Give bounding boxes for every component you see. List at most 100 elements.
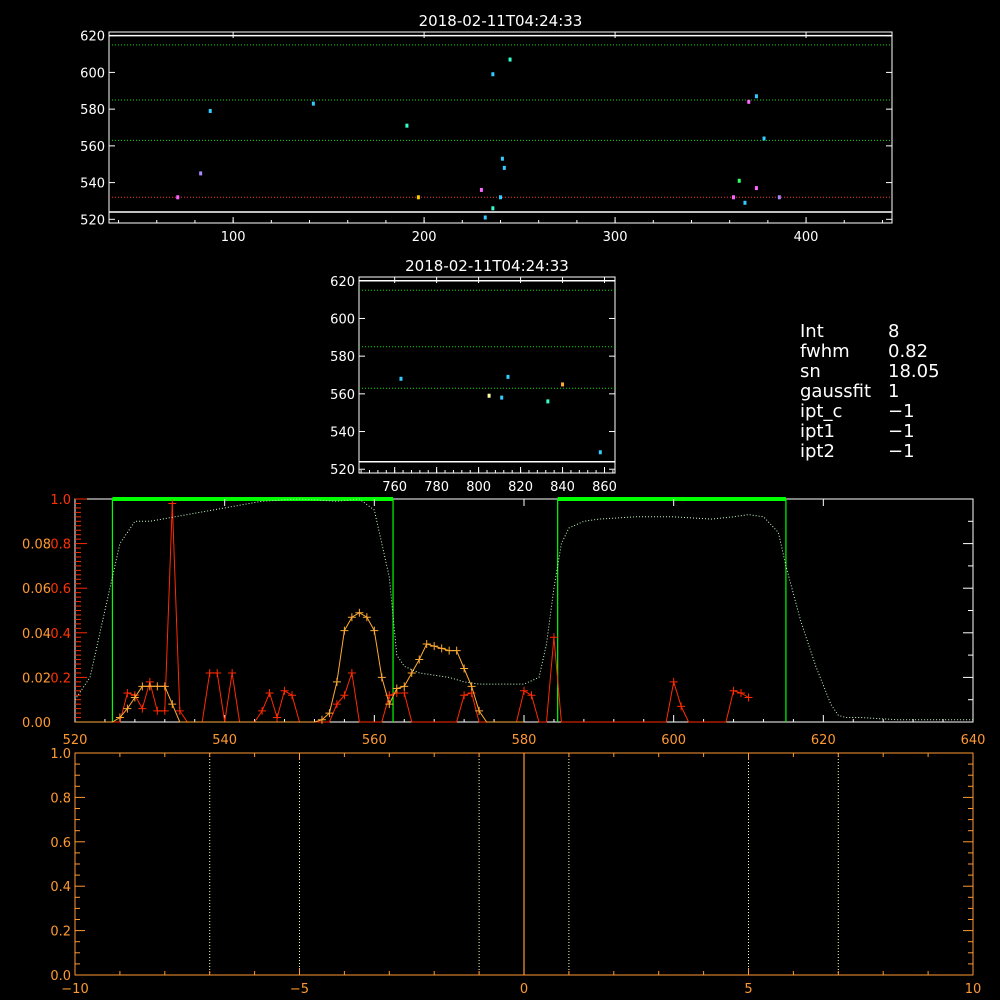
series-marker-0-87	[729, 686, 738, 695]
point-1-20	[762, 136, 766, 141]
series-marker-1-36	[340, 626, 349, 635]
series-line-2	[74, 498, 973, 721]
info-value-sn: 18.05	[888, 361, 940, 382]
point-2-5	[561, 382, 565, 387]
point-2-2	[500, 395, 504, 400]
ytick-label-1-3: 580	[80, 103, 105, 118]
series-marker-0-36	[347, 668, 356, 677]
point-2-4	[546, 399, 550, 404]
info-value-int: 8	[888, 321, 900, 342]
series-marker-0-79	[669, 677, 678, 686]
xtick-label-1-1: 200	[412, 230, 437, 245]
info-key-ipt2: ipt2	[800, 441, 835, 462]
info-value-ipt-c: −1	[888, 401, 915, 422]
ytick-label-2-1: 540	[330, 426, 355, 441]
series-marker-1-40	[370, 626, 379, 635]
info-value-fwhm: 0.82	[888, 341, 929, 362]
plot-title-2: 2018-02-11T04:24:33	[405, 257, 569, 275]
info-value-gaussfit: 1	[888, 381, 900, 402]
plot-frame-2	[358, 276, 616, 474]
info-row-ipt2: ipt2 −1	[800, 442, 940, 462]
info-key-sn: sn	[800, 361, 821, 382]
series-marker-1-41	[377, 673, 386, 682]
xtick-label-2-0: 760	[382, 480, 407, 495]
info-row-ipt1: ipt1 −1	[800, 422, 940, 442]
series-marker-0-88	[737, 689, 746, 698]
series-marker-1-43	[392, 684, 401, 693]
series-marker-0-10	[153, 706, 162, 715]
point-1-5	[416, 195, 420, 200]
xtick-label-1-0: 100	[221, 230, 246, 245]
point-1-6	[479, 187, 483, 192]
series-marker-0-20	[228, 668, 237, 677]
point-1-4	[405, 123, 409, 128]
point-1-7	[483, 215, 487, 220]
series-line-0	[82, 503, 749, 723]
point-2-6	[598, 450, 602, 455]
xtick-label-3-5: 620	[811, 733, 836, 748]
ytick-label-1-5: 620	[80, 30, 105, 45]
ytick-label-2-2: 560	[330, 388, 355, 403]
point-1-19	[754, 94, 758, 99]
info-row-gaussfit: gaussfit 1	[800, 382, 940, 402]
point-1-16	[743, 200, 747, 205]
xtick-label-4-2: 0	[520, 982, 528, 997]
series-marker-1-39	[362, 613, 371, 622]
ytick-label-primary-3-4: 1.0	[50, 493, 71, 508]
point-1-11	[500, 156, 504, 161]
series-marker-0-60	[527, 691, 536, 700]
point-1-3	[311, 101, 315, 106]
info-key-ipt-c: ipt_c	[800, 401, 843, 422]
info-key-fwhm: fwhm	[800, 341, 850, 362]
xtick-label-2-2: 800	[466, 480, 491, 495]
ytick-label-primary-3-2: 0.6	[50, 582, 71, 597]
point-2-0	[399, 376, 403, 381]
series-marker-0-25	[265, 689, 274, 698]
ytick-label-2-4: 600	[330, 312, 355, 327]
figure: 2018-02-11T04:24:33100 200 300 400520540560…	[22, 12, 985, 997]
point-1-8	[491, 206, 495, 211]
point-1-0	[176, 195, 180, 200]
series-marker-1-12	[160, 682, 169, 691]
xtick-label-4-4: 10	[965, 982, 982, 997]
ytick-label-secondary-3-1: 0.02	[22, 671, 51, 686]
series-marker-1-48	[430, 642, 439, 651]
series-marker-0-13	[175, 706, 184, 715]
xtick-label-3-2: 560	[362, 733, 387, 748]
info-key-ipt1: ipt1	[800, 421, 835, 442]
xtick-label-4-0: −10	[61, 982, 88, 997]
xtick-label-4-3: 5	[744, 982, 752, 997]
series-marker-0-8	[138, 704, 147, 713]
ytick-label-4-0: 0.0	[50, 969, 71, 984]
ytick-label-4-2: 0.4	[50, 880, 71, 895]
series-marker-0-28	[288, 691, 297, 700]
plot-title-1: 2018-02-11T04:24:33	[419, 12, 583, 30]
series-marker-1-37	[347, 613, 356, 622]
series-marker-0-89	[744, 693, 753, 702]
series-marker-1-52	[460, 664, 469, 673]
xtick-label-3-0: 520	[63, 733, 88, 748]
point-2-3	[506, 374, 510, 379]
ytick-label-1-1: 540	[80, 177, 105, 192]
point-1-21	[777, 195, 781, 200]
plot-frame-1	[108, 31, 893, 224]
point-1-15	[737, 178, 741, 183]
info-row-ipt-c: ipt_c −1	[800, 402, 940, 422]
series-marker-0-18	[213, 668, 222, 677]
point-1-9	[491, 72, 495, 77]
series-marker-1-47	[422, 639, 431, 648]
xtick-label-3-4: 600	[661, 733, 686, 748]
ytick-label-1-0: 520	[80, 213, 105, 228]
xtick-label-2-5: 860	[592, 480, 617, 495]
info-value-ipt1: −1	[888, 421, 915, 442]
series-marker-1-13	[168, 700, 177, 709]
series-marker-0-6	[123, 689, 132, 698]
info-row-sn: sn 18.05	[800, 362, 940, 382]
point-1-12	[502, 165, 506, 170]
ytick-label-primary-3-0: 0.2	[50, 671, 71, 686]
xtick-label-3-3: 580	[512, 733, 537, 748]
series-marker-0-80	[677, 702, 686, 711]
series-marker-0-11	[160, 706, 169, 715]
point-1-1	[199, 171, 203, 176]
ytick-label-4-4: 0.8	[50, 791, 71, 806]
